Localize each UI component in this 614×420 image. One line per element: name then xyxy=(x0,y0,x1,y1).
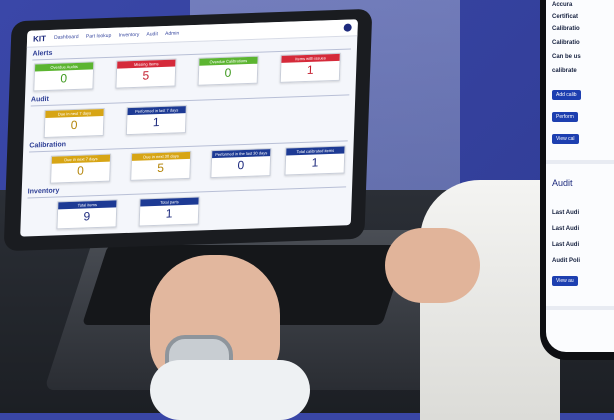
tile-value: 1 xyxy=(311,155,319,170)
tile-overdue-audits[interactable]: Overdue Audits 0 xyxy=(33,61,95,92)
section-audit: Audit xyxy=(30,95,49,104)
tile-value: 1 xyxy=(306,62,314,77)
add-calibration-button[interactable]: Add calib xyxy=(552,90,581,100)
phone-line: Last Audi xyxy=(552,210,580,216)
tile-value: 0 xyxy=(224,65,232,80)
phone-line: Last Audi xyxy=(552,242,580,248)
user-icon[interactable] xyxy=(343,23,352,32)
phone-line: Calibratio xyxy=(552,40,580,46)
phone-line: Accura xyxy=(552,2,573,8)
section-inventory: Inventory xyxy=(27,187,60,196)
laptop-screen: KIT Dashboard Part lookup Inventory Audi… xyxy=(20,19,358,237)
view-audit-button[interactable]: View au xyxy=(552,276,578,286)
tile-overdue-calibrations[interactable]: Overdue Calibrations 0 xyxy=(197,55,259,86)
tile-value: 0 xyxy=(60,71,68,86)
nav-inventory[interactable]: Inventory xyxy=(119,32,140,39)
phone-divider xyxy=(546,306,614,310)
tile-value: 5 xyxy=(157,160,165,175)
tile-audit-due-next-7[interactable]: Due in next 7 days 0 xyxy=(43,107,105,139)
tile-cal-performed-last-30[interactable]: Performed in the last 30 days 0 xyxy=(210,148,272,179)
left-sleeve xyxy=(150,360,310,420)
tile-audit-performed-last-7[interactable]: Performed in last 7 days 1 xyxy=(125,105,187,136)
app-navbar: KIT Dashboard Part lookup Inventory Audi… xyxy=(26,19,358,48)
perform-button[interactable]: Perform xyxy=(552,112,578,122)
tile-total-items[interactable]: Total items 9 xyxy=(56,199,118,230)
laptop-lid: KIT Dashboard Part lookup Inventory Audi… xyxy=(3,8,373,252)
tile-cal-due-next-7[interactable]: Due in next 7 days 0 xyxy=(50,153,112,184)
phone-line: Audit Poli xyxy=(552,258,580,264)
right-hand xyxy=(385,228,480,303)
tile-value: 9 xyxy=(83,209,91,224)
tile-value: 5 xyxy=(142,68,150,83)
phone-screen: Accura Certificat Calibratio Calibratio … xyxy=(546,0,614,352)
phone-line: Certificat xyxy=(552,14,579,20)
tile-value: 0 xyxy=(237,157,245,173)
divider xyxy=(30,94,350,107)
nav-dashboard[interactable]: Dashboard xyxy=(54,34,79,41)
tile-value: 1 xyxy=(165,206,173,221)
phone-line: Calibratio xyxy=(552,26,580,32)
section-calibration: Calibration xyxy=(29,141,67,150)
nav-links: Dashboard Part lookup Inventory Audit Ad… xyxy=(54,30,185,41)
phone-divider xyxy=(546,160,614,164)
nav-admin[interactable]: Admin xyxy=(165,30,179,36)
tile-value: 1 xyxy=(152,115,160,130)
phone-line: Last Audi xyxy=(552,226,580,232)
tile-cal-due-next-30[interactable]: Due in next 30 days 5 xyxy=(130,150,192,181)
tile-missing-items[interactable]: Missing Items 5 xyxy=(115,58,177,89)
view-calibration-button[interactable]: View cal xyxy=(552,134,579,144)
nav-audit[interactable]: Audit xyxy=(146,31,158,37)
tile-value: 0 xyxy=(70,117,78,133)
phone-audit-title: Audit xyxy=(552,178,573,188)
section-alerts: Alerts xyxy=(32,49,53,58)
tile-value: 0 xyxy=(76,163,85,178)
phone-line: calibrate xyxy=(552,68,577,74)
tile-total-parts[interactable]: Total parts 1 xyxy=(138,196,200,227)
tile-items-with-issues[interactable]: Items with issues 1 xyxy=(279,52,341,83)
nav-part-lookup[interactable]: Part lookup xyxy=(86,33,112,40)
phone-line: Can be us xyxy=(552,54,581,60)
kit-logo[interactable]: KIT xyxy=(33,34,46,43)
tile-cal-total-calibrated[interactable]: Total calibrated items 1 xyxy=(284,145,346,176)
